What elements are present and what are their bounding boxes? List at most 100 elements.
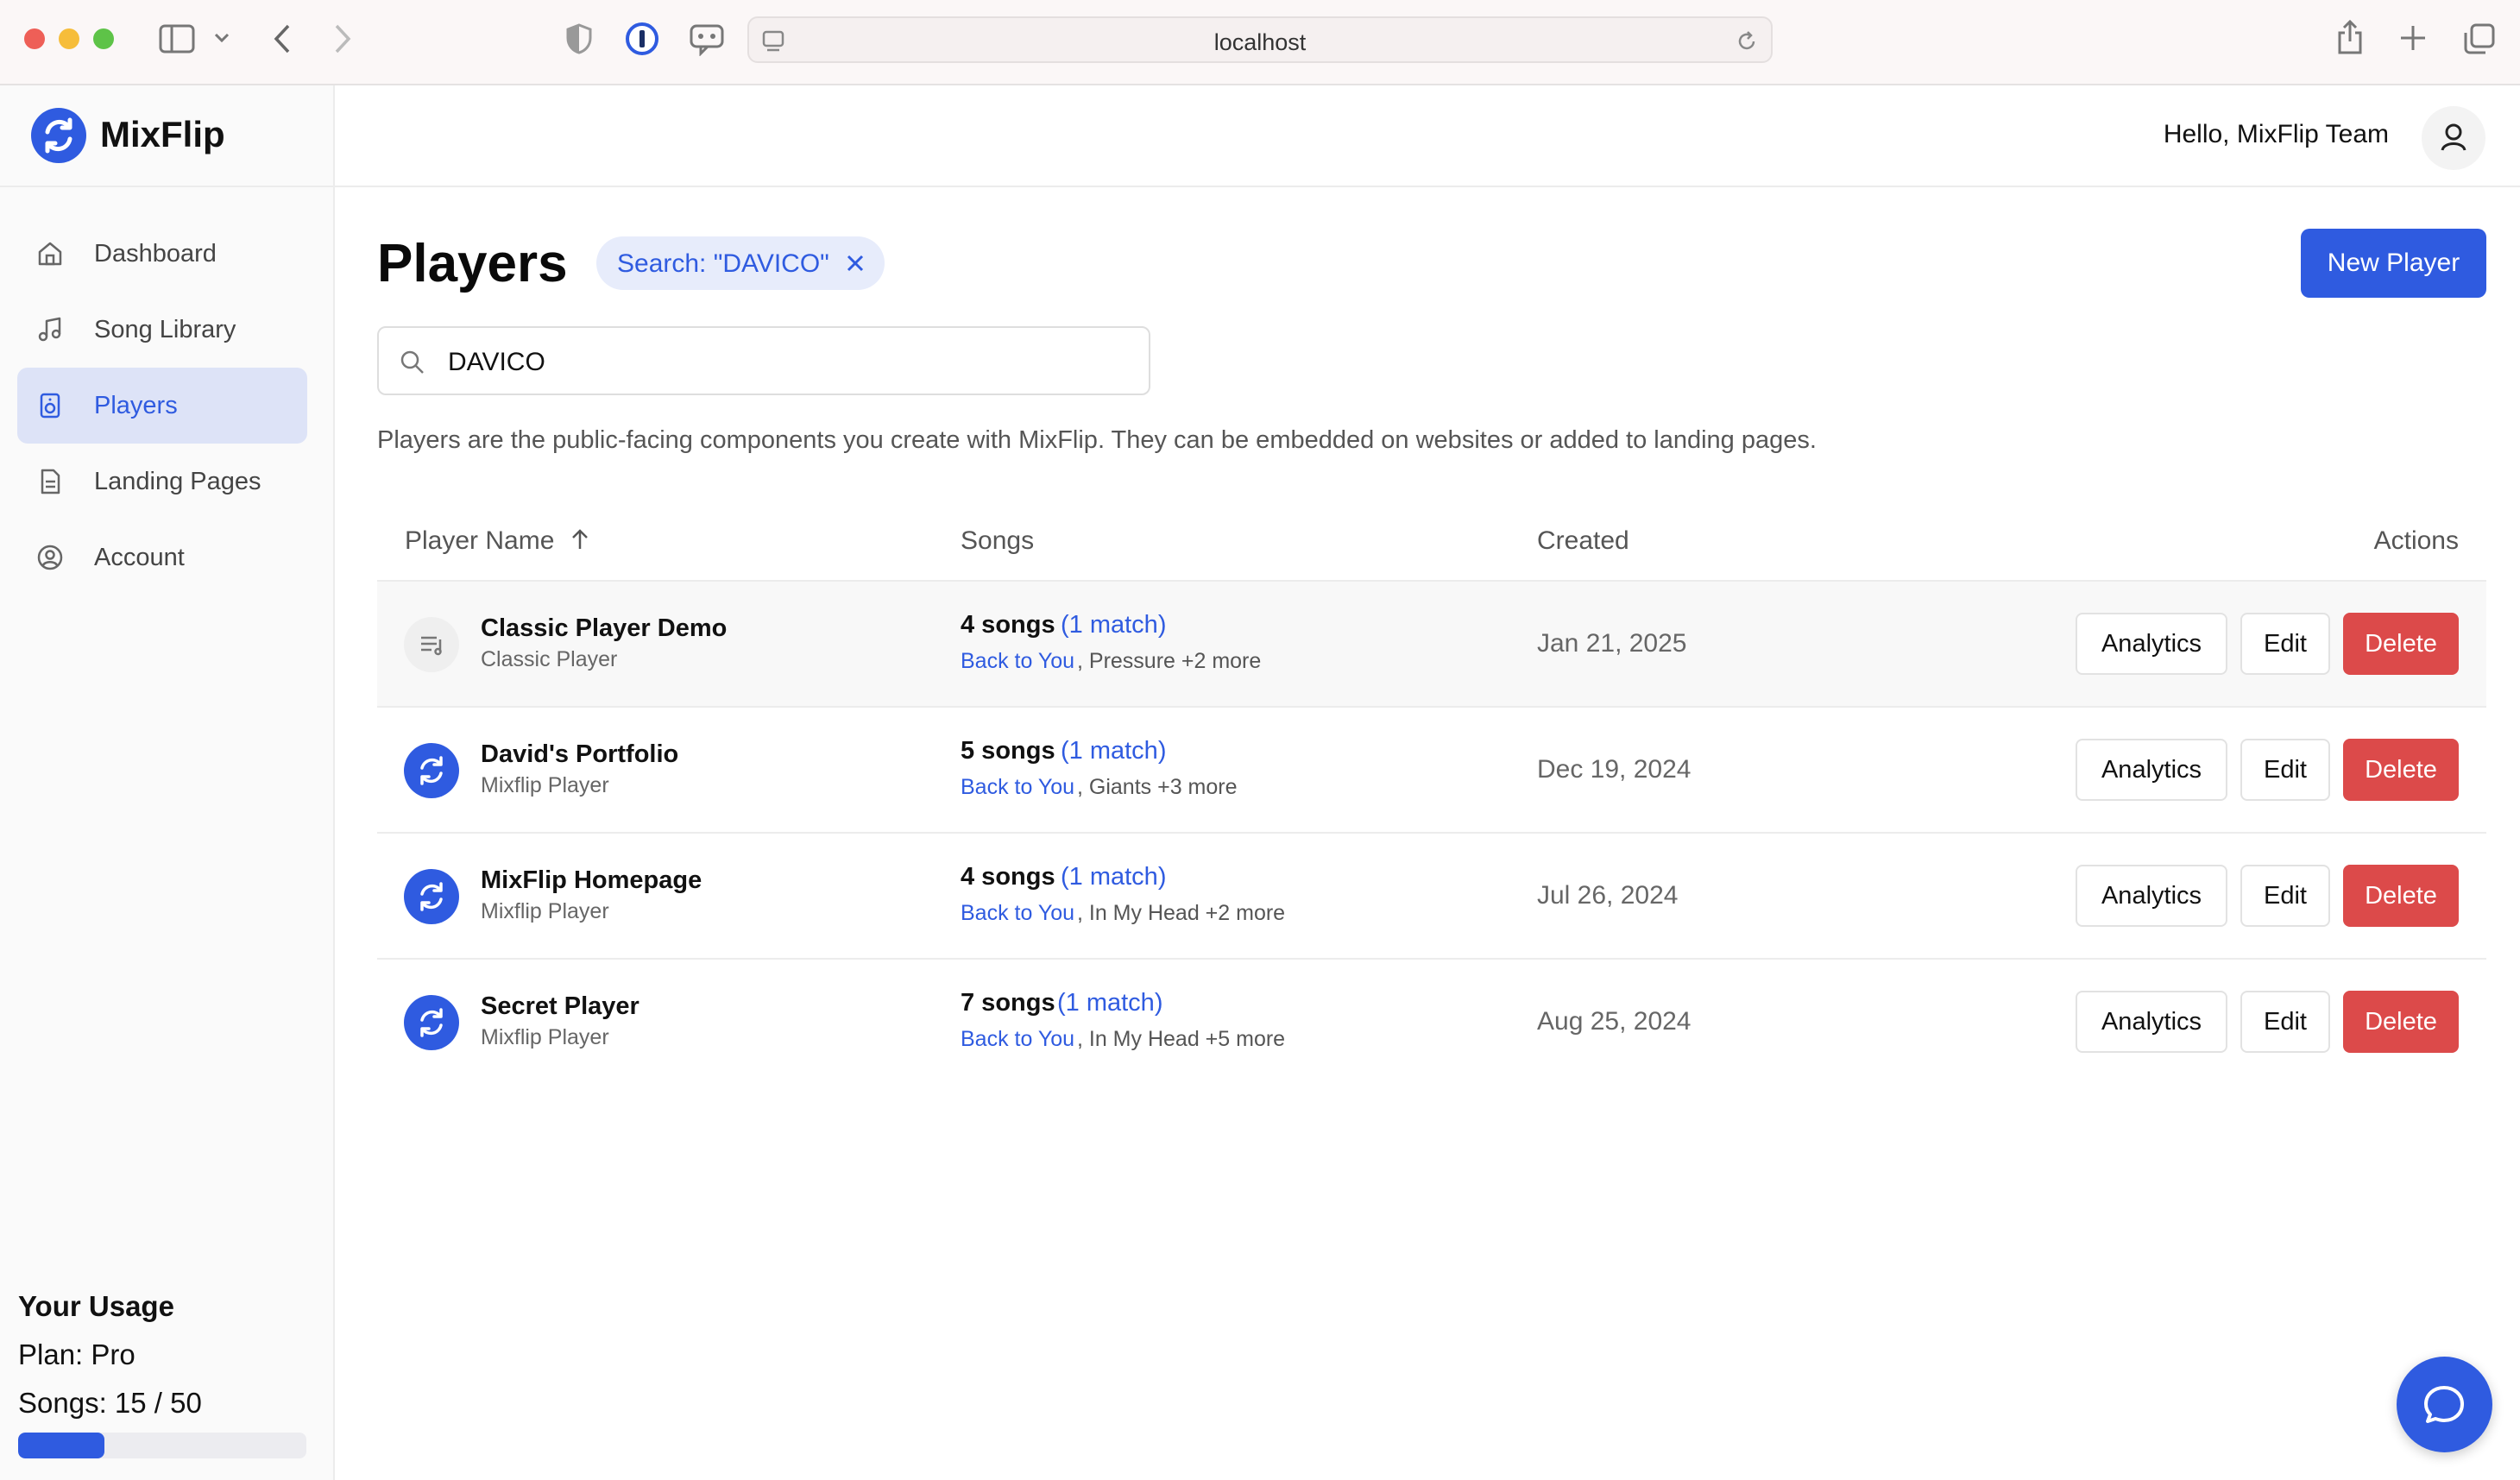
delete-button[interactable]: Delete: [2343, 991, 2459, 1053]
song-count: 4 songs: [961, 611, 1055, 639]
share-icon[interactable]: [2337, 19, 2363, 55]
back-arrow-icon[interactable]: [273, 23, 292, 54]
sidebar-item-account[interactable]: Account: [17, 520, 307, 595]
sidebar: MixFlip Dashboard Song Library Players L…: [0, 85, 335, 1480]
mixflip-logo-icon: [404, 995, 459, 1050]
table-row[interactable]: Classic Player Demo Classic Player 4 son…: [377, 582, 2486, 708]
song-count: 5 songs: [961, 737, 1055, 765]
mixflip-logo-icon: [404, 743, 459, 798]
user-menu-button[interactable]: [2422, 106, 2485, 170]
table-row[interactable]: MixFlip Homepage Mixflip Player 4 songs …: [377, 834, 2486, 960]
forward-arrow-icon[interactable]: [333, 23, 352, 54]
song-count: 7 songs: [961, 989, 1055, 1017]
sidebar-item-label: Landing Pages: [94, 468, 261, 495]
created-date: Jul 26, 2024: [1537, 881, 1679, 910]
match-count: (1 match): [1061, 737, 1167, 765]
column-header-player-name[interactable]: Player Name: [405, 526, 589, 556]
song-list-rest: , Giants +3 more: [1077, 775, 1238, 799]
shield-icon[interactable]: [566, 23, 592, 54]
song-list-rest: , In My Head +5 more: [1077, 1027, 1286, 1051]
player-name[interactable]: Secret Player: [481, 992, 639, 1021]
zoom-window-button[interactable]: [93, 28, 114, 49]
reload-icon[interactable]: [1735, 29, 1759, 54]
playlist-icon: [404, 617, 459, 672]
browser-toolbar: localhost: [0, 0, 2520, 85]
usage-progress-fill: [18, 1433, 105, 1458]
matched-song-link[interactable]: Back to You: [961, 649, 1074, 674]
column-header-label: Player Name: [405, 526, 555, 555]
created-date: Jan 21, 2025: [1537, 629, 1687, 658]
column-header-songs: Songs: [961, 526, 1035, 555]
user-icon: [2441, 123, 2466, 151]
player-type: Classic Player: [481, 647, 618, 671]
music-note-icon: [38, 317, 61, 342]
created-date: Dec 19, 2024: [1537, 755, 1692, 784]
player-type: Mixflip Player: [481, 773, 609, 797]
new-player-button[interactable]: New Player: [2301, 229, 2486, 298]
usage-songs: Songs: 15 / 50: [18, 1387, 202, 1419]
speaker-icon: [40, 393, 60, 419]
matched-song-link[interactable]: Back to You: [961, 901, 1074, 926]
edit-button[interactable]: Edit: [2240, 991, 2330, 1053]
matched-song-link[interactable]: Back to You: [961, 775, 1074, 800]
table-row[interactable]: Secret Player Mixflip Player 7 songs (1 …: [377, 960, 2486, 1086]
sidebar-item-label: Dashboard: [94, 240, 217, 268]
address-bar[interactable]: localhost: [747, 16, 1773, 63]
user-circle-icon: [37, 545, 63, 570]
top-header: Hello, MixFlip Team: [335, 85, 2520, 187]
close-window-button[interactable]: [24, 28, 45, 49]
search-icon: [400, 350, 424, 374]
user-greeting: Hello, MixFlip Team: [2163, 120, 2389, 148]
mixflip-logo-icon: [31, 108, 86, 163]
chat-button[interactable]: [2397, 1357, 2492, 1452]
search-input[interactable]: DAVICO: [377, 326, 1150, 395]
page-title: Players: [377, 234, 568, 293]
tab-overview-icon[interactable]: [2463, 22, 2496, 55]
column-header-created: Created: [1537, 526, 1629, 555]
sidebar-item-label: Players: [94, 392, 178, 419]
player-type: Mixflip Player: [481, 899, 609, 923]
new-tab-icon[interactable]: [2399, 24, 2427, 52]
match-count: (1 match): [1057, 989, 1163, 1017]
player-type: Mixflip Player: [481, 1025, 609, 1049]
matched-song-link[interactable]: Back to You: [961, 1027, 1074, 1052]
player-name[interactable]: David's Portfolio: [481, 740, 678, 769]
sidebar-item-label: Account: [94, 544, 185, 571]
sidebar-item-dashboard[interactable]: Dashboard: [17, 216, 307, 292]
match-count: (1 match): [1061, 611, 1167, 639]
brand[interactable]: MixFlip: [0, 85, 333, 187]
song-list-rest: , In My Head +2 more: [1077, 901, 1286, 925]
delete-button[interactable]: Delete: [2343, 613, 2459, 675]
sidebar-item-players[interactable]: Players: [17, 368, 307, 444]
edit-button[interactable]: Edit: [2240, 865, 2330, 927]
document-icon: [41, 469, 60, 494]
delete-button[interactable]: Delete: [2343, 739, 2459, 801]
usage-plan: Plan: Pro: [18, 1338, 135, 1370]
minimize-window-button[interactable]: [59, 28, 79, 49]
song-list-rest: , Pressure +2 more: [1077, 649, 1262, 673]
password-manager-icon[interactable]: [625, 22, 659, 56]
sidebar-item-landing-pages[interactable]: Landing Pages: [17, 444, 307, 520]
close-icon[interactable]: [843, 251, 867, 275]
usage-title: Your Usage: [18, 1290, 174, 1322]
sidebar-item-song-library[interactable]: Song Library: [17, 292, 307, 368]
edit-button[interactable]: Edit: [2240, 613, 2330, 675]
analytics-button[interactable]: Analytics: [2076, 613, 2227, 675]
table-row[interactable]: David's Portfolio Mixflip Player 5 songs…: [377, 708, 2486, 834]
analytics-button[interactable]: Analytics: [2076, 991, 2227, 1053]
player-name[interactable]: MixFlip Homepage: [481, 866, 702, 895]
search-filter-label: Search: "DAVICO": [617, 249, 829, 278]
usage-progress-bar: [18, 1433, 306, 1458]
song-count: 4 songs: [961, 863, 1055, 891]
translate-icon[interactable]: [689, 23, 725, 56]
delete-button[interactable]: Delete: [2343, 865, 2459, 927]
edit-button[interactable]: Edit: [2240, 739, 2330, 801]
player-name[interactable]: Classic Player Demo: [481, 614, 727, 643]
chat-bubble-icon: [2424, 1386, 2464, 1423]
analytics-button[interactable]: Analytics: [2076, 739, 2227, 801]
analytics-button[interactable]: Analytics: [2076, 865, 2227, 927]
chevron-down-icon[interactable]: [214, 33, 230, 43]
sidebar-toggle-icon[interactable]: [159, 24, 195, 54]
page-description: Players are the public-facing components…: [377, 426, 1817, 454]
match-count: (1 match): [1061, 863, 1167, 891]
